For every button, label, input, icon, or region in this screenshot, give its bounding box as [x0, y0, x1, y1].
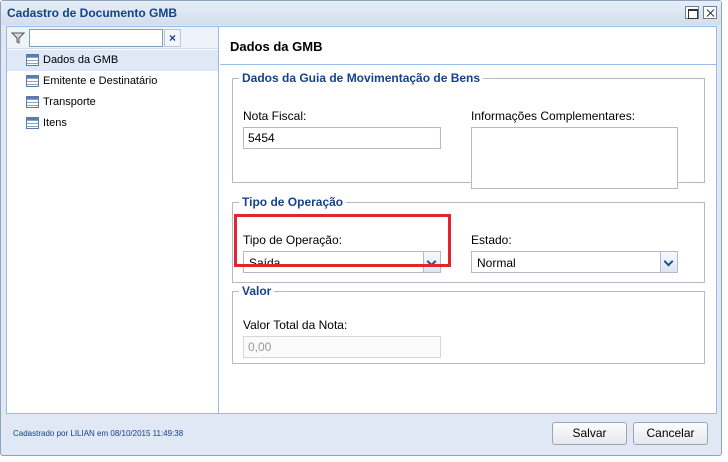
- filter-input[interactable]: [29, 29, 163, 47]
- panel-title: Dados da GMB: [230, 39, 323, 54]
- cancel-button[interactable]: Cancelar: [633, 422, 708, 445]
- estado-value: Normal: [477, 256, 516, 270]
- filter-bar: ×: [7, 27, 218, 49]
- fieldset-legend: Valor: [242, 284, 272, 298]
- nav-item-label: Emitente e Destinatário: [43, 75, 158, 87]
- navigation-panel: × Dados da GMB Emitente e Destinatário T…: [7, 27, 219, 413]
- fieldset-legend: Dados da Guia de Movimentação de Bens: [242, 71, 481, 85]
- title-bar[interactable]: Cadastro de Documento GMB: [1, 1, 721, 25]
- highlight-box: [234, 214, 451, 267]
- nav-list: Dados da GMB Emitente e Destinatário Tra…: [7, 50, 218, 134]
- nota-fiscal-input[interactable]: 5454: [243, 127, 441, 149]
- nav-item-label: Itens: [43, 117, 67, 129]
- form-panel: Dados da GMB Dados da Guia de Movimentaç…: [220, 27, 716, 413]
- fieldset-valor: Valor Valor Total da Nota: 0,00: [232, 284, 705, 364]
- estado-select[interactable]: Normal: [471, 251, 678, 273]
- fieldset-legend: Tipo de Operação: [242, 195, 344, 209]
- maximize-icon[interactable]: [685, 6, 699, 19]
- document-list-icon: [26, 75, 39, 87]
- nota-fiscal-label: Nota Fiscal:: [243, 109, 307, 123]
- dialog-window: Cadastro de Documento GMB × Dados da GMB…: [0, 0, 722, 456]
- dialog-body: × Dados da GMB Emitente e Destinatário T…: [6, 26, 717, 414]
- nav-item-itens[interactable]: Itens: [7, 113, 218, 134]
- close-icon[interactable]: [703, 6, 717, 19]
- info-complementares-textarea[interactable]: [471, 127, 678, 189]
- dialog-footer: Cadastrado por LILIAN em 08/10/2015 11:4…: [1, 414, 721, 456]
- nav-item-label: Transporte: [43, 96, 96, 108]
- nav-item-emitente[interactable]: Emitente e Destinatário: [7, 71, 218, 92]
- document-list-icon: [26, 96, 39, 108]
- valor-total-label: Valor Total da Nota:: [243, 318, 348, 332]
- panel-header: Dados da GMB: [220, 27, 716, 65]
- status-text: Cadastrado por LILIAN em 08/10/2015 11:4…: [13, 429, 184, 438]
- document-list-icon: [26, 54, 39, 66]
- clear-filter-button[interactable]: ×: [164, 29, 181, 47]
- nav-item-transporte[interactable]: Transporte: [7, 92, 218, 113]
- chevron-down-icon[interactable]: [660, 252, 677, 272]
- fieldset-guia: Dados da Guia de Movimentação de Bens No…: [232, 71, 705, 189]
- estado-label: Estado:: [471, 233, 512, 247]
- nav-item-dados-gmb[interactable]: Dados da GMB: [7, 50, 218, 71]
- window-title: Cadastro de Documento GMB: [7, 6, 178, 20]
- valor-total-input[interactable]: 0,00: [243, 336, 441, 358]
- filter-icon: [11, 32, 25, 44]
- save-button[interactable]: Salvar: [552, 422, 627, 445]
- nav-item-label: Dados da GMB: [43, 54, 119, 66]
- document-list-icon: [26, 117, 39, 129]
- info-complementares-label: Informações Complementares:: [471, 109, 636, 123]
